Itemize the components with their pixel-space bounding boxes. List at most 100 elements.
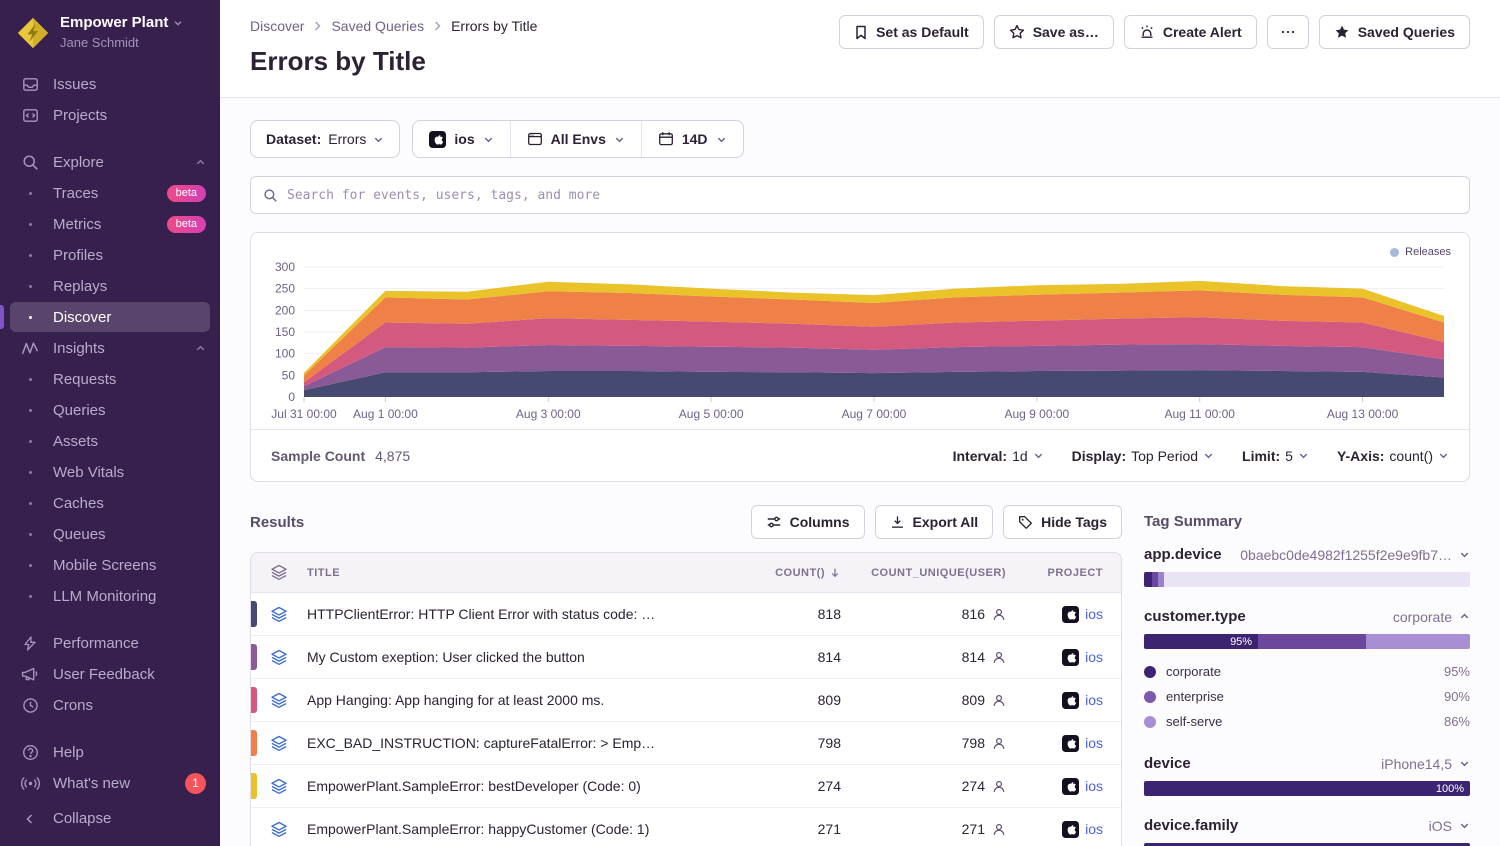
- sidebar-item-profiles[interactable]: Profiles: [0, 240, 220, 271]
- sidebar-item-label: Queues: [53, 526, 106, 543]
- table-row[interactable]: HTTPClientError: HTTP Client Error with …: [251, 593, 1121, 636]
- table-row[interactable]: EXC_BAD_INSTRUCTION: captureFatalError: …: [251, 722, 1121, 765]
- tag-value-row[interactable]: enterprise90%: [1144, 684, 1470, 709]
- breadcrumb-discover[interactable]: Discover: [250, 18, 304, 34]
- sidebar-item-label: Discover: [53, 309, 111, 326]
- table-header: TITLECOUNT()COUNT_UNIQUE(USER)PROJECT: [251, 553, 1121, 593]
- sidebar-item-crons[interactable]: Crons: [0, 690, 220, 721]
- export-all-button[interactable]: Export All: [875, 505, 994, 539]
- saved-queries-button[interactable]: Saved Queries: [1319, 15, 1470, 49]
- tag-value-label: self-serve: [1166, 714, 1222, 729]
- sidebar-item-label: Insights: [53, 340, 105, 357]
- project-link[interactable]: ios: [1085, 692, 1103, 708]
- more-options-button[interactable]: [1267, 15, 1309, 49]
- app-root: Empower Plant Jane Schmidt Issues Project…: [0, 0, 1500, 846]
- bullet-icon: [20, 192, 40, 195]
- tag-bar-segment: [1158, 572, 1164, 587]
- bullet-icon: [20, 564, 40, 567]
- svg-text:100: 100: [275, 347, 295, 361]
- sidebar-item-assets[interactable]: Assets: [0, 426, 220, 457]
- project-link[interactable]: ios: [1085, 821, 1103, 837]
- sidebar-item-llm-monitoring[interactable]: LLM Monitoring: [0, 581, 220, 612]
- tag-value-percent: 86%: [1444, 714, 1470, 729]
- sidebar-item-issues[interactable]: Issues: [0, 69, 220, 100]
- sidebar-collapse[interactable]: Collapse: [0, 803, 220, 834]
- sidebar-item-performance[interactable]: Performance: [0, 628, 220, 659]
- sidebar-item-help[interactable]: Help: [0, 737, 220, 768]
- sidebar-item-web-vitals[interactable]: Web Vitals: [0, 457, 220, 488]
- user-icon: [992, 650, 1006, 665]
- series-color-indicator: [251, 644, 257, 670]
- breadcrumb-separator-icon: [433, 20, 442, 32]
- chart-legend[interactable]: Releases: [1390, 246, 1451, 258]
- tag-distribution-bar[interactable]: 100%: [1144, 781, 1470, 796]
- y-axis-dropdown[interactable]: Y-Axis:count(): [1337, 448, 1449, 464]
- calendar-icon: [658, 131, 674, 147]
- star-icon: [1009, 24, 1025, 40]
- display-dropdown[interactable]: Display:Top Period: [1072, 448, 1214, 464]
- sidebar-item-label: User Feedback: [53, 666, 155, 683]
- collapse-icon: [23, 812, 37, 826]
- window-icon: [527, 131, 543, 147]
- tag-distribution-bar[interactable]: 95%: [1144, 634, 1470, 649]
- sidebar-item-what-s-new[interactable]: What's new1: [0, 768, 220, 799]
- sidebar-item-projects[interactable]: Projects: [0, 100, 220, 131]
- sidebar-item-label: Projects: [53, 107, 107, 124]
- tag-value-row[interactable]: self-serve 86%: [1144, 709, 1470, 734]
- ellipsis-icon: [1280, 24, 1296, 40]
- button-label: Saved Queries: [1358, 24, 1455, 40]
- ios-filter[interactable]: ios: [413, 121, 509, 157]
- dataset-selector[interactable]: Dataset: Errors: [250, 120, 400, 158]
- sidebar-item-explore[interactable]: Explore: [0, 147, 220, 178]
- sidebar-item-replays[interactable]: Replays: [0, 271, 220, 302]
- button-label: Export All: [913, 514, 979, 530]
- columns-button[interactable]: Columns: [751, 505, 865, 539]
- results-buttons: Columns Export All Hide Tags: [751, 505, 1122, 539]
- bullet-icon: [20, 223, 40, 226]
- sidebar-item-queues[interactable]: Queues: [0, 519, 220, 550]
- sidebar-item-queries[interactable]: Queries: [0, 395, 220, 426]
- tag-distribution-bar[interactable]: [1144, 572, 1470, 587]
- table-row[interactable]: App Hanging: App hanging for at least 20…: [251, 679, 1121, 722]
- search-input[interactable]: [287, 188, 1457, 203]
- sidebar-item-caches[interactable]: Caches: [0, 488, 220, 519]
- limit-dropdown[interactable]: Limit:5: [1242, 448, 1309, 464]
- table-row[interactable]: EmpowerPlant.SampleError: bestDeveloper …: [251, 765, 1121, 808]
- project-link[interactable]: ios: [1085, 735, 1103, 751]
- project-link[interactable]: ios: [1085, 606, 1103, 622]
- chevron-down-icon: [1459, 820, 1470, 831]
- project-link[interactable]: ios: [1085, 649, 1103, 665]
- create-alert-button[interactable]: Create Alert: [1124, 15, 1257, 49]
- 14d-filter[interactable]: 14D: [641, 121, 743, 157]
- org-switcher[interactable]: Empower Plant Jane Schmidt: [0, 14, 220, 53]
- tag-value-dot: [1144, 691, 1156, 703]
- svg-text:250: 250: [275, 282, 295, 296]
- breadcrumb-saved-queries[interactable]: Saved Queries: [331, 18, 424, 34]
- column-count-unique-user[interactable]: COUNT_UNIQUE(USER): [841, 567, 1006, 579]
- hide-tags-button[interactable]: Hide Tags: [1003, 505, 1122, 539]
- tag-section-device: deviceiPhone14,5100%: [1144, 755, 1470, 796]
- button-label: Hide Tags: [1041, 514, 1107, 530]
- nav-gap: [0, 612, 220, 628]
- table-row[interactable]: My Custom exeption: User clicked the but…: [251, 636, 1121, 679]
- sidebar-item-metrics[interactable]: Metricsbeta: [0, 209, 220, 240]
- table-row[interactable]: EmpowerPlant.SampleError: happyCustomer …: [251, 808, 1121, 846]
- save-as-button[interactable]: Save as…: [994, 15, 1114, 49]
- sidebar-item-mobile-screens[interactable]: Mobile Screens: [0, 550, 220, 581]
- sidebar-item-requests[interactable]: Requests: [0, 364, 220, 395]
- sidebar-item-insights[interactable]: Insights: [0, 333, 220, 364]
- filter-bar: Dataset: Errors iosAll Envs14D: [250, 120, 1470, 158]
- dataset-value: Errors: [328, 131, 366, 147]
- interval-dropdown[interactable]: Interval:1d: [953, 448, 1044, 464]
- column-title[interactable]: TITLE: [307, 567, 671, 579]
- project-link[interactable]: ios: [1085, 778, 1103, 794]
- sidebar-item-traces[interactable]: Tracesbeta: [0, 178, 220, 209]
- sidebar-item-user-feedback[interactable]: User Feedback: [0, 659, 220, 690]
- sidebar-item-discover[interactable]: Discover: [0, 302, 220, 333]
- tag-value-row[interactable]: corporate95%: [1144, 659, 1470, 684]
- column-project[interactable]: PROJECT: [1006, 567, 1121, 579]
- column-count[interactable]: COUNT(): [671, 566, 841, 579]
- bullet-icon: [20, 533, 40, 536]
- set-as-default-button[interactable]: Set as Default: [839, 15, 984, 49]
- all-envs-filter[interactable]: All Envs: [510, 121, 641, 157]
